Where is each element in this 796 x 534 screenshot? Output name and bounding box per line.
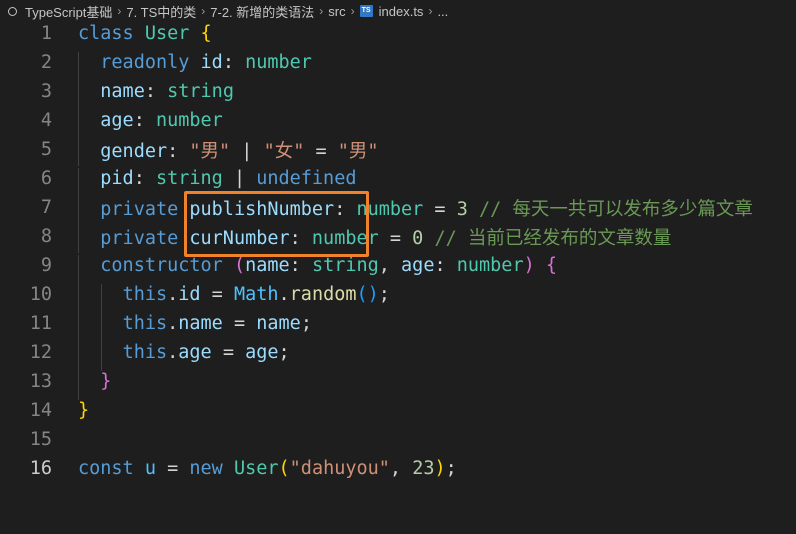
breadcrumb-item-folder[interactable]: src <box>328 4 345 19</box>
line-number: 6 <box>40 168 52 189</box>
line-number: 13 <box>29 371 52 392</box>
code-line[interactable]: 6 pid: string | undefined <box>0 164 796 197</box>
code-line[interactable]: 4 age: number <box>0 106 796 139</box>
line-number: 12 <box>29 342 52 363</box>
code-line[interactable]: 1 class User { <box>0 19 796 48</box>
breadcrumb-item-project[interactable]: TypeScript基础 <box>25 2 112 21</box>
line-number: 15 <box>29 429 52 450</box>
code-text: private curNumber: number = 0 // 当前已经发布的… <box>78 223 671 253</box>
breadcrumb-item-file[interactable]: TS index.ts <box>359 3 424 19</box>
line-number: 11 <box>29 313 52 334</box>
breadcrumb-item-more[interactable]: ... <box>437 4 448 19</box>
code-text: private publishNumber: number = 3 // 每天一… <box>78 194 753 224</box>
circle-icon <box>8 6 17 16</box>
line-number: 10 <box>29 284 52 305</box>
code-line[interactable]: 10 this.id = Math.random(); <box>0 280 796 313</box>
line-number: 14 <box>29 400 52 421</box>
code-line[interactable]: 9 constructor (name: string, age: number… <box>0 251 796 284</box>
line-number: 2 <box>40 52 52 73</box>
code-text: this.id = Math.random(); <box>78 284 390 313</box>
line-number: 7 <box>40 197 52 218</box>
code-line[interactable]: 3 name: string <box>0 77 796 110</box>
line-number: 9 <box>40 255 52 276</box>
code-text: this.age = age; <box>78 342 290 371</box>
breadcrumb-item-chapter[interactable]: 7. TS中的类 <box>126 2 196 21</box>
code-text: this.name = name; <box>78 313 312 342</box>
code-text: pid: string | undefined <box>78 168 356 197</box>
code-text: const u = new User("dahuyou", 23); <box>78 458 457 479</box>
code-line[interactable]: 14 } <box>0 396 796 425</box>
code-text: class User { <box>78 23 212 44</box>
chevron-right-icon: › <box>319 4 324 18</box>
line-number: 1 <box>40 23 52 44</box>
code-text: gender: "男" | "女" = "男" <box>78 136 379 166</box>
code-text: } <box>78 371 111 400</box>
code-line[interactable]: 5 gender: "男" | "女" = "男" <box>0 135 796 166</box>
code-text: } <box>78 400 90 421</box>
breadcrumb-file-label: index.ts <box>378 3 424 19</box>
code-text: readonly id: number <box>78 52 312 81</box>
code-text: name: string <box>78 81 234 110</box>
code-editor[interactable]: 1 class User { 2 readonly id: number 3 n… <box>0 19 796 483</box>
line-number: 8 <box>40 226 52 247</box>
typescript-file-icon: TS <box>359 5 373 17</box>
line-number: 16 <box>29 458 52 479</box>
line-number: 5 <box>40 139 52 160</box>
code-line[interactable]: 12 this.age = age; <box>0 338 796 371</box>
chevron-right-icon: › <box>201 4 206 18</box>
code-text: constructor (name: string, age: number) … <box>78 255 557 284</box>
code-line[interactable]: 15 <box>0 425 796 454</box>
highlight-box <box>184 191 369 257</box>
line-number: 4 <box>40 110 52 131</box>
line-number: 3 <box>40 81 52 102</box>
breadcrumb-item-section[interactable]: 7-2. 新增的类语法 <box>210 2 314 21</box>
chevron-right-icon: › <box>350 4 355 18</box>
code-line[interactable]: 8 private curNumber: number = 0 // 当前已经发… <box>0 222 796 253</box>
code-line[interactable]: 7 private publishNumber: number = 3 // 每… <box>0 193 796 224</box>
chevron-right-icon: › <box>117 4 122 18</box>
chevron-right-icon: › <box>428 4 433 18</box>
code-line-active[interactable]: 16 const u = new User("dahuyou", 23); <box>0 454 796 483</box>
code-line[interactable]: 2 readonly id: number <box>0 48 796 81</box>
code-line[interactable]: 13 } <box>0 367 796 400</box>
code-line[interactable]: 11 this.name = name; <box>0 309 796 342</box>
code-text: age: number <box>78 110 223 139</box>
